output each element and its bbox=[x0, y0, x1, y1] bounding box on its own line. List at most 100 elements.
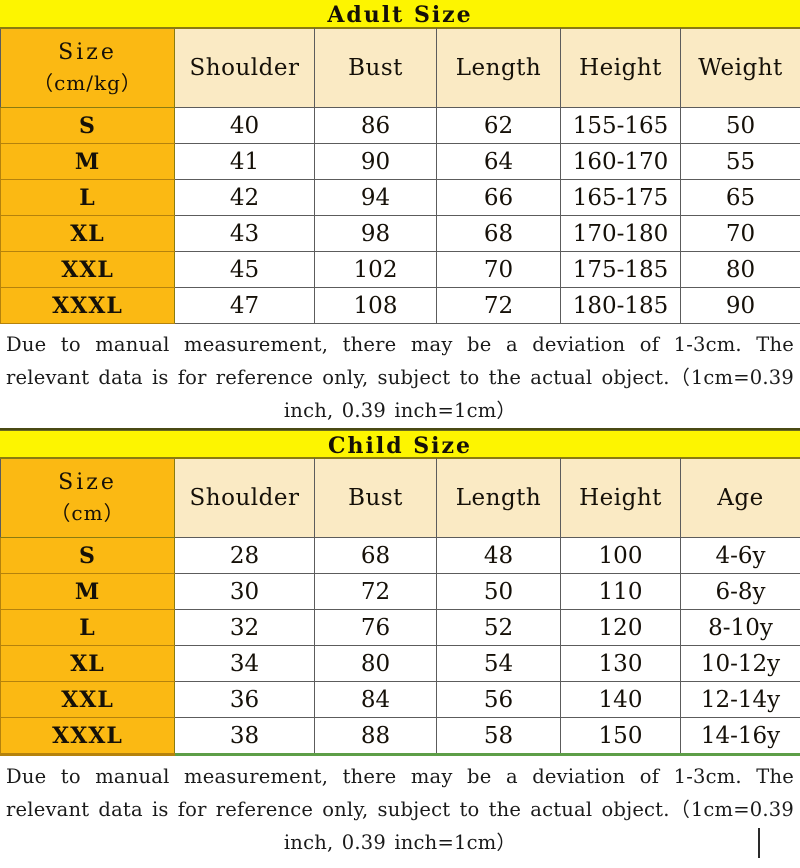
child-cell-height: 130 bbox=[560, 645, 681, 682]
child-cell-age: 6-8y bbox=[680, 573, 800, 610]
adult-cell-height: 180-185 bbox=[560, 287, 681, 324]
child-cell-shoulder: 28 bbox=[174, 537, 315, 574]
table-row: S 28 68 48 100 4-6y bbox=[0, 537, 800, 574]
child-row-size: M bbox=[0, 573, 175, 610]
adult-cell-shoulder: 43 bbox=[174, 215, 315, 252]
child-size-header-line1: Size bbox=[58, 470, 117, 495]
adult-row-size: M bbox=[0, 143, 175, 180]
child-cell-bust: 76 bbox=[314, 609, 437, 646]
adult-cell-weight: 80 bbox=[680, 251, 800, 288]
child-cell-shoulder: 38 bbox=[174, 717, 315, 756]
adult-cell-weight: 55 bbox=[680, 143, 800, 180]
child-row-size: XXL bbox=[0, 681, 175, 718]
child-cell-shoulder: 34 bbox=[174, 645, 315, 682]
adult-column-header-weight: Weight bbox=[680, 28, 800, 108]
child-cell-bust: 72 bbox=[314, 573, 437, 610]
child-cell-age: 10-12y bbox=[680, 645, 800, 682]
child-cell-height: 110 bbox=[560, 573, 681, 610]
adult-cell-length: 72 bbox=[436, 287, 561, 324]
child-cell-shoulder: 30 bbox=[174, 573, 315, 610]
size-chart-sheet: Adult Size Size （cm/kg） Shoulder Bust Le… bbox=[0, 0, 800, 868]
child-note-text: Due to manual measurement, there may be … bbox=[6, 765, 794, 854]
adult-cell-height: 175-185 bbox=[560, 251, 681, 288]
adult-column-header-length: Length bbox=[436, 28, 561, 108]
child-cell-length: 56 bbox=[436, 681, 561, 718]
adult-cell-height: 160-170 bbox=[560, 143, 681, 180]
adult-cell-weight: 65 bbox=[680, 179, 800, 216]
table-row: M 41 90 64 160-170 55 bbox=[0, 143, 800, 180]
adult-cell-length: 66 bbox=[436, 179, 561, 216]
adult-cell-height: 155-165 bbox=[560, 107, 681, 144]
child-size-column-header: Size （cm） bbox=[0, 458, 175, 538]
adult-measurement-note: Due to manual measurement, there may be … bbox=[0, 324, 800, 430]
adult-cell-shoulder: 41 bbox=[174, 143, 315, 180]
adult-row-size: S bbox=[0, 107, 175, 144]
table-row: XXXL 47 108 72 180-185 90 bbox=[0, 287, 800, 324]
child-row-size: S bbox=[0, 537, 175, 574]
child-row-size: L bbox=[0, 609, 175, 646]
child-measurement-note: Due to manual measurement, there may be … bbox=[0, 756, 800, 861]
adult-cell-bust: 94 bbox=[314, 179, 437, 216]
table-row: L 42 94 66 165-175 65 bbox=[0, 179, 800, 216]
child-table-header-row: Size （cm） Shoulder Bust Length Height Ag… bbox=[0, 458, 800, 538]
adult-cell-length: 68 bbox=[436, 215, 561, 252]
child-cell-length: 58 bbox=[436, 717, 561, 756]
child-cell-bust: 88 bbox=[314, 717, 437, 756]
adult-table-header-row: Size （cm/kg） Shoulder Bust Length Height… bbox=[0, 28, 800, 108]
child-size-table: Size （cm） Shoulder Bust Length Height Ag… bbox=[0, 458, 800, 756]
adult-cell-weight: 70 bbox=[680, 215, 800, 252]
adult-cell-shoulder: 40 bbox=[174, 107, 315, 144]
adult-row-size: XXL bbox=[0, 251, 175, 288]
adult-cell-shoulder: 45 bbox=[174, 251, 315, 288]
table-row: S 40 86 62 155-165 50 bbox=[0, 107, 800, 144]
adult-cell-weight: 90 bbox=[680, 287, 800, 324]
adult-column-header-shoulder: Shoulder bbox=[174, 28, 315, 108]
child-cell-length: 48 bbox=[436, 537, 561, 574]
adult-cell-bust: 102 bbox=[314, 251, 437, 288]
adult-column-header-bust: Bust bbox=[314, 28, 437, 108]
adult-cell-length: 62 bbox=[436, 107, 561, 144]
adult-cell-length: 64 bbox=[436, 143, 561, 180]
child-column-header-bust: Bust bbox=[314, 458, 437, 538]
child-row-size: XXXL bbox=[0, 717, 175, 756]
adult-cell-weight: 50 bbox=[680, 107, 800, 144]
child-cell-age: 8-10y bbox=[680, 609, 800, 646]
child-cell-height: 100 bbox=[560, 537, 681, 574]
adult-row-size: L bbox=[0, 179, 175, 216]
child-cell-height: 140 bbox=[560, 681, 681, 718]
adult-cell-bust: 90 bbox=[314, 143, 437, 180]
child-cell-bust: 84 bbox=[314, 681, 437, 718]
child-cell-age: 12-14y bbox=[680, 681, 800, 718]
child-cell-bust: 80 bbox=[314, 645, 437, 682]
table-row: L 32 76 52 120 8-10y bbox=[0, 609, 800, 646]
adult-cell-shoulder: 42 bbox=[174, 179, 315, 216]
child-cell-bust: 68 bbox=[314, 537, 437, 574]
child-size-banner: Child Size bbox=[0, 430, 800, 459]
adult-cell-bust: 108 bbox=[314, 287, 437, 324]
child-cell-height: 120 bbox=[560, 609, 681, 646]
table-row: XXL 36 84 56 140 12-14y bbox=[0, 681, 800, 718]
adult-row-size: XXXL bbox=[0, 287, 175, 324]
table-row: XL 43 98 68 170-180 70 bbox=[0, 215, 800, 252]
adult-column-header-height: Height bbox=[560, 28, 681, 108]
child-cell-length: 54 bbox=[436, 645, 561, 682]
child-cell-age: 4-6y bbox=[680, 537, 800, 574]
child-cell-shoulder: 36 bbox=[174, 681, 315, 718]
child-cell-length: 52 bbox=[436, 609, 561, 646]
child-column-header-age: Age bbox=[680, 458, 800, 538]
adult-size-column-header: Size （cm/kg） bbox=[0, 28, 175, 108]
adult-cell-bust: 98 bbox=[314, 215, 437, 252]
child-size-header-line2: （cm） bbox=[50, 501, 125, 525]
child-row-size: XL bbox=[0, 645, 175, 682]
adult-size-banner: Adult Size bbox=[0, 0, 800, 28]
adult-cell-bust: 86 bbox=[314, 107, 437, 144]
child-cell-shoulder: 32 bbox=[174, 609, 315, 646]
adult-cell-shoulder: 47 bbox=[174, 287, 315, 324]
adult-cell-height: 170-180 bbox=[560, 215, 681, 252]
adult-size-table: Size （cm/kg） Shoulder Bust Length Height… bbox=[0, 28, 800, 324]
adult-row-size: XL bbox=[0, 215, 175, 252]
table-row: XXL 45 102 70 175-185 80 bbox=[0, 251, 800, 288]
adult-note-text: Due to manual measurement, there may be … bbox=[6, 333, 794, 422]
adult-cell-length: 70 bbox=[436, 251, 561, 288]
adult-size-header-line1: Size bbox=[58, 40, 117, 65]
